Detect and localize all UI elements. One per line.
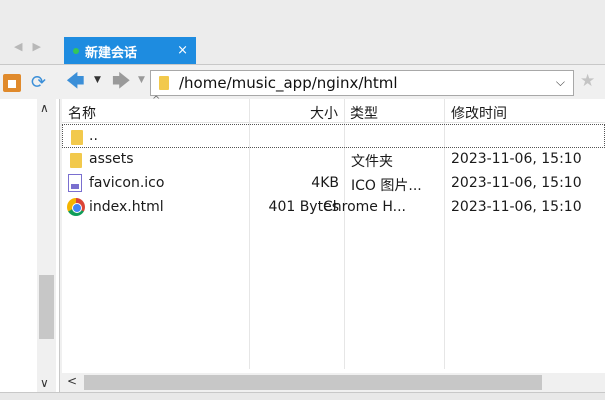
file-type: 文件夹 [351, 154, 393, 170]
file-modified: 2023-11-06, 15:10 [451, 151, 582, 167]
file-name: .. [89, 128, 98, 144]
scroll-down-icon[interactable]: ∨ [40, 376, 49, 390]
back-arrow-icon[interactable]: 🡄 [66, 69, 85, 99]
folder-icon [71, 130, 83, 145]
refresh-icon[interactable]: ⟳ [31, 72, 46, 93]
file-name: favicon.ico [89, 175, 165, 191]
column-header-size[interactable]: 大小 [310, 103, 338, 123]
tab-bar: ◀ ▶ 新建会话 × [0, 0, 605, 64]
horizontal-scroll-thumb[interactable] [84, 375, 542, 390]
tab-close-icon[interactable]: × [177, 43, 188, 58]
path-input[interactable]: /home/music_app/nginx/html [179, 74, 398, 92]
scroll-left-icon[interactable]: < [67, 374, 77, 388]
column-header-type[interactable]: 类型 [350, 103, 378, 123]
tab-label: 新建会话 [85, 46, 138, 61]
home-icon[interactable] [3, 74, 21, 92]
file-size: 4KB [311, 175, 339, 191]
file-name: index.html [89, 199, 164, 215]
horizontal-scrollbar[interactable]: < [62, 373, 605, 392]
file-row-assets[interactable]: assets 文件夹 2023-11-06, 15:10 [62, 148, 605, 172]
tab-scroll-left-icon[interactable]: ◀ [14, 40, 22, 53]
folder-icon [159, 76, 169, 90]
path-dropdown-icon[interactable]: ⌵ [556, 75, 565, 90]
status-strip [0, 392, 605, 400]
file-list-header: ^ 名称 大小 类型 修改时间 [62, 95, 605, 123]
file-type: ICO 图片... [351, 178, 422, 194]
file-row-index-html[interactable]: index.html 401 Bytes Chrome H... 2023-11… [62, 196, 605, 220]
left-vertical-scrollbar[interactable]: ∧ ∨ [37, 99, 56, 392]
connection-status-dot [73, 48, 79, 54]
file-type: Chrome H... [323, 199, 406, 215]
left-panel-tools: ⟳ [0, 71, 56, 95]
forward-history-dropdown-icon[interactable]: ▼ [138, 75, 145, 85]
chrome-html-icon [67, 198, 85, 216]
file-name: assets [89, 151, 134, 167]
folder-icon [70, 153, 82, 168]
tab-scroll-arrows: ◀ ▶ [14, 40, 41, 53]
forward-arrow-icon[interactable]: 🡆 [112, 69, 131, 99]
ico-file-icon [68, 174, 82, 192]
scroll-thumb[interactable] [39, 275, 54, 339]
tab-new-session[interactable]: 新建会话 × [64, 37, 196, 64]
file-row-parent-directory[interactable]: .. [62, 124, 605, 148]
file-modified: 2023-11-06, 15:10 [451, 175, 582, 191]
favorite-star-icon[interactable]: ★ [580, 71, 595, 91]
scroll-up-icon[interactable]: ∧ [40, 101, 49, 115]
sort-ascending-icon: ^ [152, 95, 161, 106]
navigation-toolbar: ⟳ 🡄 ▼ 🡆 ▼ /home/music_app/nginx/html ⌵ ★ [0, 64, 605, 99]
column-header-modified[interactable]: 修改时间 [451, 103, 507, 123]
column-header-name[interactable]: 名称 [68, 103, 96, 123]
left-directory-panel: ∧ ∨ [0, 99, 60, 392]
path-bar[interactable]: /home/music_app/nginx/html ⌵ [150, 70, 574, 96]
back-history-dropdown-icon[interactable]: ▼ [94, 75, 101, 85]
file-modified: 2023-11-06, 15:10 [451, 199, 582, 215]
tab-scroll-right-icon[interactable]: ▶ [32, 40, 40, 53]
file-list: ^ 名称 大小 类型 修改时间 .. assets 文件夹 2023-11-06… [62, 95, 605, 392]
file-row-favicon[interactable]: favicon.ico 4KB ICO 图片... 2023-11-06, 15… [62, 172, 605, 196]
